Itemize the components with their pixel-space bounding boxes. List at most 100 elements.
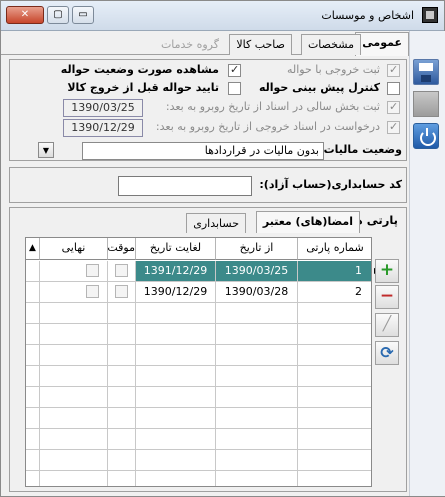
- empty-grid-cell: [136, 366, 216, 387]
- checkbox-row-2-final[interactable]: [86, 285, 99, 298]
- title-bar[interactable]: ✕ ▢ ▭ اشخاص و موسسات: [1, 1, 444, 31]
- checkbox-row-1-final[interactable]: [86, 264, 99, 277]
- tab-goods-owner[interactable]: صاحب کالا: [229, 34, 292, 55]
- checkbox-row-2-temp[interactable]: [115, 285, 128, 298]
- tab-accounting[interactable]: حسابداری: [186, 213, 246, 233]
- column-header-temp[interactable]: موقت: [107, 238, 136, 260]
- delete-row-button[interactable]: −: [375, 285, 399, 309]
- app-window-icon: [422, 7, 438, 23]
- empty-grid-cell: [26, 429, 40, 450]
- disabled-toolbar-button: [413, 91, 439, 117]
- empty-grid-cell: [40, 366, 108, 387]
- table-row-2-number[interactable]: 2: [298, 282, 371, 303]
- label-tax-status: وضعیت مالیات:: [319, 143, 402, 156]
- empty-grid-cell: [298, 345, 371, 366]
- empty-grid-cell: [26, 345, 40, 366]
- window-title: اشخاص و موسسات: [321, 9, 414, 22]
- label-register-from-date: ثبت بخش سالی در اسناد از تاریخ روبرو به …: [165, 100, 380, 113]
- table-row-1-from[interactable]: 1390/03/25: [216, 261, 298, 282]
- checkbox-view-remittance-status[interactable]: [228, 63, 241, 77]
- table-row-1-number[interactable]: 1: [298, 261, 371, 282]
- options-panel: ثبت خروجی با حواله کنترل پیش بینی حواله …: [9, 59, 407, 161]
- empty-grid-cell: [136, 450, 216, 471]
- empty-grid-cell: [216, 408, 298, 429]
- table-row-1-to[interactable]: 1391/12/29: [136, 261, 216, 282]
- checkbox-register-output-by-remittance[interactable]: [387, 63, 400, 77]
- empty-grid-cell: [108, 471, 136, 486]
- empty-grid-cell: [108, 303, 136, 324]
- empty-grid-cell: [108, 450, 136, 471]
- label-request-from-date: درخواست در اسناد خروجی از تاریخ روبرو به…: [155, 120, 380, 133]
- label-view-remittance-status: مشاهده صورت وضعیت حواله: [60, 63, 219, 76]
- table-row-2-final[interactable]: [40, 282, 108, 303]
- empty-grid-cell: [136, 387, 216, 408]
- table-row-1-final[interactable]: [40, 261, 108, 282]
- empty-grid-cell: [108, 408, 136, 429]
- empty-grid-cell: [108, 429, 136, 450]
- empty-grid-cell: [40, 345, 108, 366]
- close-button[interactable]: ✕: [6, 6, 44, 24]
- checkbox-row-1-temp[interactable]: [115, 264, 128, 277]
- table-row-2-temp[interactable]: [108, 282, 136, 303]
- empty-grid-cell: [40, 408, 108, 429]
- table-row-2-from[interactable]: 1390/03/28: [216, 282, 298, 303]
- tab-details[interactable]: مشخصات: [300, 34, 361, 55]
- save-icon[interactable]: [413, 59, 439, 85]
- table-row-1-temp[interactable]: [108, 261, 136, 282]
- empty-grid-cell: [298, 429, 371, 450]
- tax-status-select[interactable]: بدون مالیات در قراردادها: [82, 142, 324, 160]
- empty-grid-cell: [298, 471, 371, 486]
- empty-grid-cell: [40, 324, 108, 345]
- empty-grid-cell: [136, 345, 216, 366]
- checkbox-request-from-date[interactable]: [387, 120, 400, 134]
- label-free-account: کد حسابداری(حساب آزاد):: [259, 178, 402, 191]
- date-field-request[interactable]: 1390/12/29: [63, 119, 143, 137]
- tab-service-group[interactable]: گروه خدمات: [154, 34, 226, 55]
- empty-grid-cell: [26, 303, 40, 324]
- tab-general[interactable]: عمومی: [355, 32, 409, 56]
- empty-grid-cell: [136, 303, 216, 324]
- chevron-down-icon[interactable]: ▼: [38, 142, 54, 158]
- empty-grid-cell: [298, 408, 371, 429]
- persons-window: ✕ ▢ ▭ اشخاص و موسسات عمومی مشخصات صاحب ک…: [0, 0, 445, 497]
- empty-grid-cell: [216, 387, 298, 408]
- column-header-final[interactable]: نهایی: [40, 238, 108, 260]
- empty-grid-cell: [108, 324, 136, 345]
- empty-grid-cell: [26, 408, 40, 429]
- refresh-button[interactable]: ⟳: [375, 341, 399, 365]
- empty-grid-cell: [26, 471, 40, 486]
- maximize-button[interactable]: ▢: [47, 6, 69, 24]
- column-header-party-number[interactable]: شماره پارتی: [298, 238, 371, 260]
- power-icon[interactable]: [413, 123, 439, 149]
- column-header-from-date[interactable]: از تاریخ: [216, 238, 298, 260]
- empty-grid-cell: [40, 429, 108, 450]
- empty-grid-cell: [298, 324, 371, 345]
- empty-grid-cell: [298, 366, 371, 387]
- column-header-to-date[interactable]: لغایت تاریخ: [136, 238, 216, 260]
- empty-grid-cell: [40, 387, 108, 408]
- label-confirm-before-exit: تایید حواله قبل از خروج کالا: [67, 81, 219, 94]
- empty-grid-cell: [26, 324, 40, 345]
- checkbox-remittance-forecast-control[interactable]: [387, 82, 400, 95]
- empty-grid-cell: [26, 450, 40, 471]
- empty-grid-cell: [216, 429, 298, 450]
- checkbox-register-from-date[interactable]: [387, 100, 400, 114]
- date-field-register[interactable]: 1390/03/25: [63, 99, 143, 117]
- grid-header-corner: ▲: [26, 238, 40, 260]
- empty-grid-cell: [298, 387, 371, 408]
- tab-valid-signatures[interactable]: امضا(های) معتبر: [255, 211, 360, 233]
- empty-grid-cell: [136, 324, 216, 345]
- checkbox-confirm-before-exit[interactable]: [228, 82, 241, 95]
- free-account-input[interactable]: [118, 176, 252, 196]
- edit-button[interactable]: ╱: [375, 313, 399, 337]
- empty-grid-cell: [26, 366, 40, 387]
- table-row-2-to[interactable]: 1390/12/29: [136, 282, 216, 303]
- empty-grid-cell: [40, 450, 108, 471]
- parties-grid[interactable]: ▲ نهایی موقت لغایت تاریخ از تاریخ شماره …: [25, 237, 372, 487]
- add-row-button[interactable]: +: [375, 259, 399, 283]
- label-register-output-by-remittance: ثبت خروجی با حواله: [286, 63, 380, 76]
- empty-grid-cell: [108, 345, 136, 366]
- table-row-1-spacer: [26, 261, 40, 282]
- minimize-button[interactable]: ▭: [72, 6, 94, 24]
- right-toolbar: [409, 31, 445, 496]
